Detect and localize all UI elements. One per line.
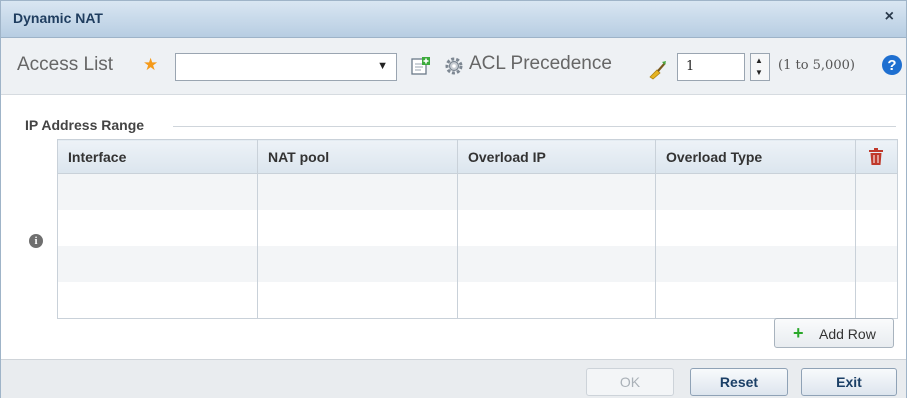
required-star-icon: ★ (143, 55, 159, 74)
acl-precedence-label: ACL Precedence (469, 53, 612, 74)
acl-precedence-stepper[interactable]: ▲ ▼ (750, 53, 770, 81)
table-row[interactable] (57, 246, 898, 282)
cell-interface[interactable] (57, 246, 258, 282)
table-row[interactable] (57, 282, 898, 319)
ip-address-range-table: Interface NAT pool Overload IP Overload … (57, 139, 898, 319)
ip-address-range-heading: IP Address Range (25, 117, 145, 133)
ok-button[interactable]: OK (586, 368, 674, 396)
cell-overload-ip[interactable] (457, 173, 656, 210)
table-row[interactable] (57, 210, 898, 246)
info-icon[interactable]: i (29, 234, 43, 248)
cell-overload-type[interactable] (655, 246, 856, 282)
close-icon[interactable]: × (885, 8, 894, 26)
cell-nat-pool[interactable] (257, 282, 458, 319)
dropdown-arrow-icon[interactable]: ▼ (377, 60, 388, 72)
cell-interface[interactable] (57, 173, 258, 210)
cell-overload-ip[interactable] (457, 282, 656, 319)
delete-column-header (855, 139, 898, 174)
cell-overload-type[interactable] (655, 282, 856, 319)
cell-overload-ip[interactable] (457, 210, 656, 246)
create-new-icon[interactable] (411, 56, 431, 76)
cell-interface[interactable] (57, 282, 258, 319)
cell-overload-ip[interactable] (457, 246, 656, 282)
dialog-titlebar: Dynamic NAT × (1, 1, 906, 38)
cell-interface[interactable] (57, 210, 258, 246)
decrement-icon[interactable]: ▼ (755, 69, 763, 77)
table-row[interactable] (57, 173, 898, 210)
cell-delete (855, 246, 898, 282)
acl-precedence-range: (1 to 5,000) (778, 58, 855, 73)
column-header-overload-ip[interactable]: Overload IP (457, 139, 656, 174)
cell-delete (855, 282, 898, 319)
column-header-overload-type[interactable]: Overload Type (655, 139, 856, 174)
add-row-label: Add Row (819, 326, 876, 342)
dialog-title: Dynamic NAT (13, 10, 103, 26)
exit-button[interactable]: Exit (801, 368, 897, 396)
access-list-select[interactable]: ▼ (175, 53, 397, 81)
trash-icon[interactable] (869, 148, 883, 165)
help-icon[interactable]: ? (881, 54, 903, 76)
clear-icon[interactable] (647, 58, 669, 80)
increment-icon[interactable]: ▲ (755, 57, 763, 65)
reset-button[interactable]: Reset (690, 368, 788, 396)
svg-text:?: ? (887, 57, 896, 74)
cell-delete (855, 210, 898, 246)
cell-delete (855, 173, 898, 210)
acl-toolbar: Access List ★ ▼ ACL Precedence 1 ▲ ▼ (1 … (1, 38, 906, 95)
column-header-nat-pool[interactable]: NAT pool (257, 139, 458, 174)
access-list-label: Access List (17, 54, 114, 75)
cell-overload-type[interactable] (655, 173, 856, 210)
cell-nat-pool[interactable] (257, 173, 458, 210)
section-divider (173, 126, 896, 127)
dialog-footer: OK Reset Exit (1, 359, 906, 398)
gear-icon[interactable] (443, 55, 465, 77)
dynamic-nat-dialog: Dynamic NAT × Access List ★ ▼ ACL Preced… (0, 0, 907, 398)
add-row-button[interactable]: + Add Row (774, 318, 894, 348)
plus-icon: + (793, 323, 804, 343)
cell-overload-type[interactable] (655, 210, 856, 246)
cell-nat-pool[interactable] (257, 246, 458, 282)
table-header-row: Interface NAT pool Overload IP Overload … (57, 139, 898, 174)
column-header-interface[interactable]: Interface (57, 139, 258, 174)
cell-nat-pool[interactable] (257, 210, 458, 246)
acl-precedence-input[interactable]: 1 (677, 53, 745, 81)
